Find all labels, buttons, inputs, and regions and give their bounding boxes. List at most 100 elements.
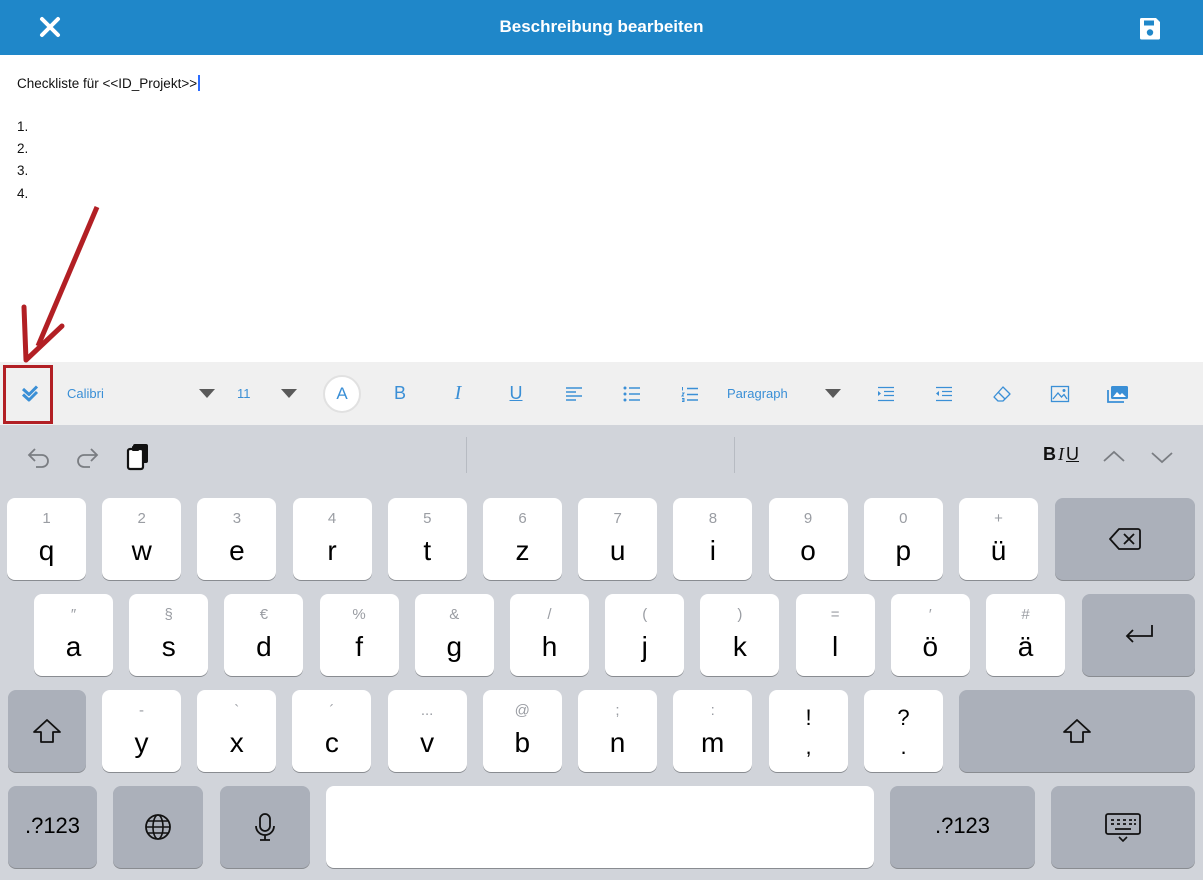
next-field-button[interactable] xyxy=(1148,443,1176,471)
key-primary-char: ö xyxy=(922,631,939,662)
clipboard-icon xyxy=(126,444,148,471)
align-left-button[interactable] xyxy=(559,362,589,425)
description-editor[interactable]: Checkliste für <<ID_Projekt>> 1. 2. 3. 4… xyxy=(0,55,1203,362)
key-primary-char: c xyxy=(324,727,339,758)
redo-button[interactable] xyxy=(74,443,102,471)
key-s[interactable]: § s xyxy=(129,594,209,676)
key-primary-char: i xyxy=(709,535,716,566)
space-bar[interactable] xyxy=(326,786,874,868)
key-primary-char: v xyxy=(420,727,435,758)
list-item: 3. xyxy=(17,163,29,178)
exclamation-comma-key[interactable]: ! , xyxy=(769,690,848,772)
key-a[interactable]: ″ a xyxy=(34,594,113,676)
key-secondary-char: 6 xyxy=(518,510,527,527)
key-secondary-char: 2 xyxy=(137,510,146,527)
key-ö[interactable]: ′ ö xyxy=(890,594,970,676)
font-size-value: 11 xyxy=(237,386,251,401)
shift-key-right[interactable] xyxy=(959,690,1195,772)
clear-formatting-button[interactable] xyxy=(987,362,1017,425)
key-o[interactable]: 9o xyxy=(768,498,848,580)
italic-button[interactable]: I xyxy=(443,362,473,425)
dictation-key[interactable] xyxy=(220,786,310,868)
numbers-key-label: .?123 xyxy=(934,813,991,838)
key-j[interactable]: (j xyxy=(605,594,685,676)
key-u[interactable]: 7u xyxy=(578,498,658,580)
key-ä[interactable]: # ä xyxy=(986,594,1065,676)
return-key[interactable] xyxy=(1082,594,1195,676)
indent-button[interactable] xyxy=(871,362,901,425)
format-bold-label: B xyxy=(1043,444,1056,464)
save-button[interactable] xyxy=(1130,8,1170,48)
key-primary-char: t xyxy=(423,535,432,566)
underline-button[interactable]: U xyxy=(501,362,531,425)
chevron-down-icon xyxy=(199,389,215,398)
key-secondary-char: 8 xyxy=(708,510,718,527)
key-l[interactable]: = l xyxy=(795,594,875,676)
key-b[interactable]: @ b xyxy=(482,690,562,772)
key-d[interactable]: € d xyxy=(224,594,304,676)
key-primary-char: f xyxy=(355,631,363,662)
insert-gallery-button[interactable] xyxy=(1103,362,1133,425)
key-x[interactable]: ` x xyxy=(197,690,277,772)
block-format-select[interactable]: Paragraph xyxy=(722,362,847,425)
key-t[interactable]: 5t xyxy=(387,498,467,580)
key-y[interactable]: -y xyxy=(102,690,181,772)
key-z[interactable]: 6z xyxy=(483,498,562,580)
key-f[interactable]: % f xyxy=(319,594,399,676)
key-h[interactable]: / h xyxy=(510,594,589,676)
key-v[interactable]: ... v xyxy=(387,690,467,772)
backspace-icon xyxy=(1109,528,1141,550)
checklist-title-text: Checkliste für <<ID_Projekt>> xyxy=(17,76,198,91)
previous-field-button[interactable] xyxy=(1100,443,1128,471)
text-format-button[interactable]: B I U xyxy=(1043,444,1079,465)
key-n[interactable]: ; n xyxy=(578,690,657,772)
key-secondary-char: ... xyxy=(420,702,434,719)
key-p[interactable]: 0p xyxy=(863,498,943,580)
numbered-list-button[interactable] xyxy=(675,362,705,425)
key-w[interactable]: 2w xyxy=(102,498,182,580)
indent-icon xyxy=(878,386,894,401)
font-size-select[interactable]: 11 xyxy=(232,362,302,425)
globe-icon xyxy=(145,814,171,840)
key-m[interactable]: :m xyxy=(673,690,753,772)
numbers-key-left[interactable]: .?123 xyxy=(8,786,97,868)
key-q[interactable]: 1q xyxy=(7,498,86,580)
dismiss-keyboard-key[interactable] xyxy=(1051,786,1195,868)
key-g[interactable]: & g xyxy=(414,594,494,676)
paste-button[interactable] xyxy=(124,441,154,471)
globe-key[interactable] xyxy=(113,786,203,868)
numbers-key-right[interactable]: .?123 xyxy=(890,786,1035,868)
top-bar: Beschreibung bearbeiten xyxy=(0,0,1203,55)
delete-key[interactable] xyxy=(1055,498,1195,580)
key-c[interactable]: ´ c xyxy=(292,690,372,772)
key-e[interactable]: 3e xyxy=(197,498,277,580)
key-secondary-char: % xyxy=(352,606,366,623)
outdent-button[interactable] xyxy=(929,362,959,425)
list-item: 1. xyxy=(17,119,29,134)
editor-first-line: Checkliste für <<ID_Projekt>> xyxy=(17,75,200,91)
key-secondary-char: + xyxy=(994,510,1003,527)
key-secondary-char: ` xyxy=(234,702,240,719)
key-secondary-char: @ xyxy=(514,702,530,719)
key-secondary-char: ; xyxy=(615,702,620,719)
font-family-select[interactable]: Calibri xyxy=(62,362,232,425)
key-i[interactable]: 8i xyxy=(673,498,753,580)
keyboard-shortcut-bar: B I U xyxy=(0,425,1203,487)
key-ü[interactable]: + ü xyxy=(959,498,1038,580)
key-primary-char: p xyxy=(895,535,912,566)
page-title: Beschreibung bearbeiten xyxy=(499,17,704,36)
bulleted-list-button[interactable] xyxy=(617,362,647,425)
font-color-button[interactable]: A xyxy=(322,362,362,425)
question-period-key[interactable]: ? . xyxy=(864,690,943,772)
shift-icon xyxy=(33,719,61,743)
insert-image-button[interactable] xyxy=(1045,362,1075,425)
key-secondary-char: : xyxy=(710,702,715,719)
key-bottom-char: . xyxy=(900,734,907,759)
key-secondary-char: / xyxy=(547,606,552,623)
shift-key-left[interactable] xyxy=(8,690,86,772)
undo-button[interactable] xyxy=(24,443,52,471)
key-primary-char: e xyxy=(229,535,245,566)
key-k[interactable]: ) k xyxy=(700,594,780,676)
bold-button[interactable]: B xyxy=(385,362,415,425)
key-r[interactable]: 4r xyxy=(292,498,372,580)
